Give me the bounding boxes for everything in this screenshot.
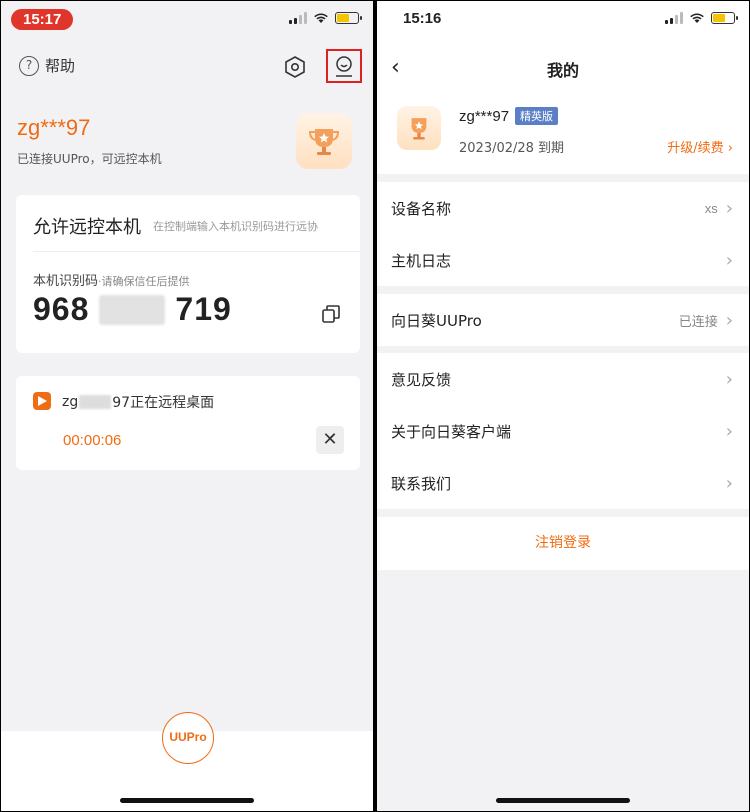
close-icon[interactable]: ✕ [316, 426, 344, 454]
row-host-log[interactable]: 主机日志 › [377, 234, 749, 286]
signal-icon [665, 12, 683, 24]
home-indicator [120, 798, 254, 803]
copy-icon[interactable] [320, 303, 342, 325]
profile-name: zg***97 [459, 107, 510, 125]
remote-session-card: zg 97正在远程桌面 00:00:06 ✕ [16, 376, 360, 470]
system-icons [289, 12, 362, 24]
settings-group-3: 意见反馈 › 关于向日葵客户端 › 联系我们 › [377, 353, 749, 509]
status-time: 15:17 [11, 9, 74, 30]
nav-title: 我的 [546, 61, 579, 80]
help-button[interactable]: ? 帮助 [19, 55, 75, 76]
home-indicator [496, 798, 630, 803]
row-feedback[interactable]: 意见反馈 › [377, 353, 749, 405]
help-icon: ? [19, 55, 39, 76]
chevron-right-icon: › [725, 249, 733, 271]
user-name: zg***97 [17, 115, 91, 140]
home-screen: 15:17 ? 帮助 zg***97 已连接UUPro，可远控本机 允许远控本机… [1, 1, 373, 811]
wifi-icon [314, 13, 328, 23]
row-about[interactable]: 关于向日葵客户端 › [377, 405, 749, 457]
profile-name-row: zg***97 精英版 [459, 107, 559, 125]
chevron-right-icon: › [725, 420, 733, 442]
screenshot-frame: 15:17 ? 帮助 zg***97 已连接UUPro，可远控本机 允许远控本机… [0, 0, 750, 812]
row-value: 已连接 [678, 313, 718, 329]
chevron-right-icon: › [725, 472, 733, 494]
logout-button[interactable]: 注销登录 [377, 517, 749, 570]
row-label: 设备名称 [391, 199, 452, 218]
trophy-icon [411, 118, 427, 140]
upgrade-link[interactable]: 升级/续费 › [667, 137, 733, 156]
remote-app-icon [33, 392, 51, 410]
chevron-right-icon: › [725, 368, 733, 390]
session-text: zg 97正在远程桌面 [62, 392, 214, 412]
remote-card-title: 允许远控本机 [33, 217, 141, 238]
blurred-text [79, 395, 112, 409]
plan-badge: 精英版 [515, 107, 559, 125]
my-screen: 15:16 ‹ 我的 zg***97 精英版 2023/02/28 到期 升级/… [377, 1, 749, 811]
session-timer: 00:00:06 [63, 432, 122, 449]
battery-icon [711, 12, 738, 24]
id-part-blurred [99, 294, 166, 325]
status-bar: 15:16 [377, 1, 749, 45]
remote-access-card: 允许远控本机 在控制端输入本机识别码进行远协 本机识别码·请确保信任后提供 96… [16, 195, 360, 353]
uupro-button[interactable]: UUPro [162, 712, 214, 764]
row-label: 意见反馈 [391, 370, 452, 389]
remote-card-hint: 在控制端输入本机识别码进行远协 [153, 220, 318, 233]
id-part-1: 968 [33, 291, 90, 327]
wifi-icon [690, 13, 704, 23]
top-bar: ? 帮助 [1, 49, 373, 83]
chevron-right-icon: › [725, 197, 733, 219]
avatar [397, 106, 441, 150]
battery-icon [335, 12, 362, 24]
divider [33, 251, 360, 252]
profile-button[interactable] [326, 49, 362, 83]
profile-section[interactable]: zg***97 精英版 2023/02/28 到期 升级/续费 › [377, 89, 749, 174]
row-label: 向日葵UUPro [391, 311, 482, 330]
row-label: 联系我们 [391, 474, 452, 493]
row-value: xs [704, 200, 718, 216]
settings-group-1: 设备名称 xs › 主机日志 › [377, 182, 749, 286]
row-device-name[interactable]: 设备名称 xs › [377, 182, 749, 234]
row-contact[interactable]: 联系我们 › [377, 457, 749, 509]
help-label: 帮助 [45, 57, 76, 75]
connection-status: 已连接UUPro，可远控本机 [17, 152, 162, 166]
face-profile-icon [336, 56, 352, 77]
session-prefix: zg [62, 394, 79, 410]
nav-bar: ‹ 我的 [377, 45, 749, 89]
expiry-date: 2023/02/28 到期 [459, 141, 565, 156]
row-uupro[interactable]: 向日葵UUPro 已连接 › [377, 294, 749, 346]
settings-group-2: 向日葵UUPro 已连接 › [377, 294, 749, 346]
id-part-3: 719 [175, 291, 232, 327]
trophy-icon[interactable] [296, 113, 352, 169]
row-label: 主机日志 [391, 251, 452, 270]
status-time: 15:16 [403, 10, 442, 27]
chevron-right-icon: › [725, 309, 733, 331]
id-hint: ·请确保信任后提供 [98, 275, 190, 288]
row-label: 关于向日葵客户端 [391, 422, 512, 441]
device-id-code: 968 719 [33, 291, 232, 328]
hexagon-settings-icon[interactable] [283, 55, 307, 79]
status-bar: 15:17 [1, 1, 373, 45]
system-icons [665, 12, 738, 24]
id-label: 本机识别码·请确保信任后提供 [33, 274, 190, 289]
session-suffix: 97正在远程桌面 [112, 395, 215, 411]
signal-icon [289, 12, 307, 24]
